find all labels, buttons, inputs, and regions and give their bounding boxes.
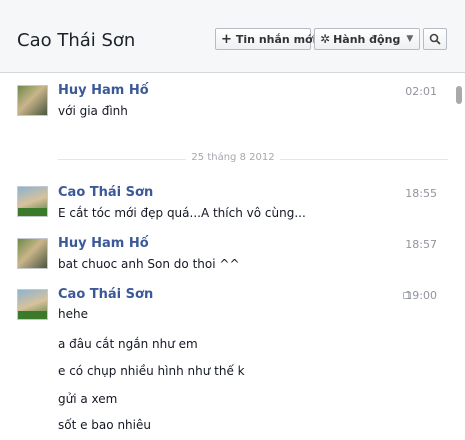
message-time: 18:55	[405, 187, 437, 200]
plus-icon: +	[221, 31, 232, 47]
message-text: e có chụp nhiều hình như thế k	[58, 364, 245, 378]
message-text: gửi a xem	[58, 392, 118, 406]
avatar[interactable]	[17, 85, 48, 116]
message-text: bat chuoc anh Son do thoi ^^	[58, 257, 240, 271]
conversation-header: Cao Thái Sơn + Tin nhắn mới ✲ Hành động …	[0, 0, 465, 73]
avatar[interactable]	[17, 289, 48, 320]
search-icon	[429, 33, 441, 45]
conversation-title: Cao Thái Sơn	[17, 30, 136, 51]
caret-down-icon: ▼	[406, 34, 414, 44]
search-button[interactable]	[423, 28, 447, 50]
sender-name[interactable]: Cao Thái Sơn	[58, 185, 153, 200]
actions-dropdown[interactable]: ✲ Hành động ▼	[314, 28, 420, 50]
gear-icon: ✲	[320, 32, 331, 46]
avatar[interactable]	[17, 238, 48, 269]
sender-name[interactable]: Cao Thái Sơn	[58, 287, 153, 302]
actions-label: Hành động	[333, 32, 401, 46]
message-text: E cắt tóc mới đẹp quá...A thích vô cùng.…	[58, 206, 306, 220]
sender-name[interactable]: Huy Ham Hố	[58, 83, 149, 98]
message-text: sốt e bao nhiêu	[58, 418, 151, 432]
message-time: 18:57	[405, 238, 437, 251]
avatar-tag	[18, 208, 47, 216]
avatar-tag	[18, 311, 47, 319]
sender-name[interactable]: Huy Ham Hố	[58, 236, 149, 251]
message-time: 19:00	[405, 289, 437, 302]
avatar[interactable]	[17, 186, 48, 217]
date-divider: 25 tháng 8 2012	[186, 152, 280, 163]
message-text: với gia đình	[58, 104, 128, 118]
new-message-button[interactable]: + Tin nhắn mới	[215, 28, 316, 50]
scrollbar-thumb[interactable]	[456, 86, 462, 104]
message-text: hehe	[58, 307, 88, 321]
new-message-label: Tin nhắn mới	[235, 32, 317, 46]
message-time: 02:01	[405, 85, 437, 98]
message-text: a đâu cắt ngắn như em	[58, 337, 198, 351]
